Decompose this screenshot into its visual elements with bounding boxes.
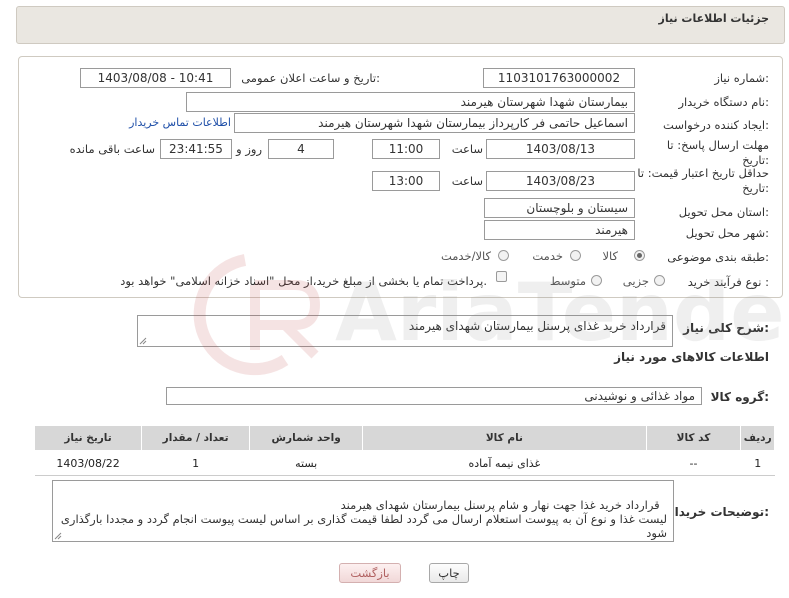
- col-unit: واحد شمارش: [249, 425, 364, 451]
- remaining-time-field: 23:41:55: [160, 139, 232, 159]
- buyer-notes-field: قرارداد خرید غذا جهت نهار و شام پرسنل بی…: [52, 480, 674, 542]
- goods-group-field: مواد غذائی و نوشیدنی: [166, 387, 702, 405]
- days-label: روز و: [236, 142, 262, 156]
- deadline-time-field: 11:00: [372, 139, 440, 159]
- category-option-service: خدمت: [532, 249, 563, 263]
- buyer-contact-link[interactable]: اطلاعات تماس خریدار: [129, 116, 231, 129]
- process-label: نوع فرآیند خرید :: [687, 275, 769, 289]
- city-label: شهر محل تحویل:: [685, 226, 769, 240]
- need-number-label: شماره نیاز:: [714, 71, 769, 85]
- process-option-medium: متوسط: [549, 274, 586, 288]
- col-name: نام کالا: [362, 425, 647, 451]
- days-remaining-field: 4: [268, 139, 334, 159]
- cell-name: غذای نیمه آماده: [362, 450, 647, 476]
- province-field: سیستان و بلوچستان: [484, 198, 635, 218]
- buyer-field: بیمارستان شهدا شهرستان هیرمند: [186, 92, 635, 112]
- validity-time-field: 13:00: [372, 171, 440, 191]
- deadline-hour-label: ساعت: [451, 142, 483, 156]
- category-option-goods-service: کالا/خدمت: [440, 249, 491, 263]
- treasury-payment-checkbox[interactable]: [496, 271, 507, 282]
- cell-unit: بسته: [249, 450, 363, 476]
- summary-label: شرح کلی نیاز:: [683, 321, 769, 335]
- print-button[interactable]: چاپ: [429, 563, 469, 583]
- process-option-minor: جزیی: [622, 274, 649, 288]
- cell-qty: 1: [141, 450, 250, 476]
- deadline-date-field: 1403/08/13: [486, 139, 635, 159]
- buyer-notes-label: توضیحات خریدار:: [667, 505, 769, 519]
- goods-table-header: ردیف کد کالا نام کالا واحد شمارش تعداد /…: [33, 425, 775, 451]
- city-field: هیرمند: [484, 220, 635, 240]
- category-radio-goods[interactable]: [634, 250, 645, 261]
- goods-table: ردیف کد کالا نام کالا واحد شمارش تعداد /…: [33, 425, 775, 476]
- col-date: تاریخ نیاز: [33, 425, 143, 451]
- goods-table-wrap: ردیف کد کالا نام کالا واحد شمارش تعداد /…: [33, 425, 775, 476]
- buyer-label: نام دستگاه خریدار:: [678, 95, 769, 109]
- summary-text: قرارداد خرید غذای پرسنل بیمارستان شهدای …: [408, 319, 666, 333]
- announce-datetime-field: 1403/08/08 - 10:41: [80, 68, 231, 88]
- cell-row: 1: [740, 450, 775, 476]
- col-qty: تعداد / مقدار: [141, 425, 251, 451]
- buyer-notes-text: قرارداد خرید غذا جهت نهار و شام پرسنل بی…: [60, 498, 667, 540]
- deadline-label: مهلت ارسال پاسخ: تا تاریخ:: [666, 138, 769, 167]
- category-label: طبقه بندی موضوعی:: [667, 250, 769, 264]
- province-label: استان محل تحویل:: [678, 205, 769, 219]
- treasury-payment-note: پرداخت تمام یا بخشی از مبلغ خرید،از محل …: [120, 274, 487, 288]
- resize-grip-icon[interactable]: [54, 532, 62, 540]
- table-row: 1 -- غذای نیمه آماده بسته 1 1403/08/22: [34, 450, 775, 476]
- goods-section-title: اطلاعات کالاهای مورد نیاز: [614, 350, 769, 364]
- announce-label: تاریخ و ساعت اعلان عمومی:: [241, 71, 380, 85]
- validity-date-field: 1403/08/23: [486, 171, 635, 191]
- need-number-field: 1103101763000002: [483, 68, 635, 88]
- process-radio-minor[interactable]: [654, 275, 665, 286]
- validity-hour-label: ساعت: [451, 174, 483, 188]
- process-radio-medium[interactable]: [591, 275, 602, 286]
- remaining-label: ساعت باقی مانده: [69, 142, 155, 156]
- cell-code: --: [646, 450, 741, 476]
- goods-group-label: گروه کالا:: [710, 390, 769, 404]
- page-title: جزئیات اطلاعات نیاز: [658, 12, 770, 25]
- category-option-goods: کالا: [602, 249, 618, 263]
- resize-grip-icon[interactable]: [139, 337, 147, 345]
- validity-label: حداقل تاریخ اعتبار قیمت: تا تاریخ:: [637, 166, 769, 195]
- cell-date: 1403/08/22: [34, 450, 142, 476]
- creator-field: اسماعیل حاتمی فر کارپرداز بیمارستان شهدا…: [234, 113, 635, 133]
- category-radio-service[interactable]: [570, 250, 581, 261]
- col-row: ردیف: [740, 425, 775, 451]
- back-button[interactable]: بازگشت: [339, 563, 401, 583]
- col-code: کد کالا: [645, 425, 742, 451]
- category-radio-goods-service[interactable]: [498, 250, 509, 261]
- summary-field: قرارداد خرید غذای پرسنل بیمارستان شهدای …: [137, 315, 673, 347]
- creator-label: ایجاد کننده درخواست:: [663, 118, 769, 132]
